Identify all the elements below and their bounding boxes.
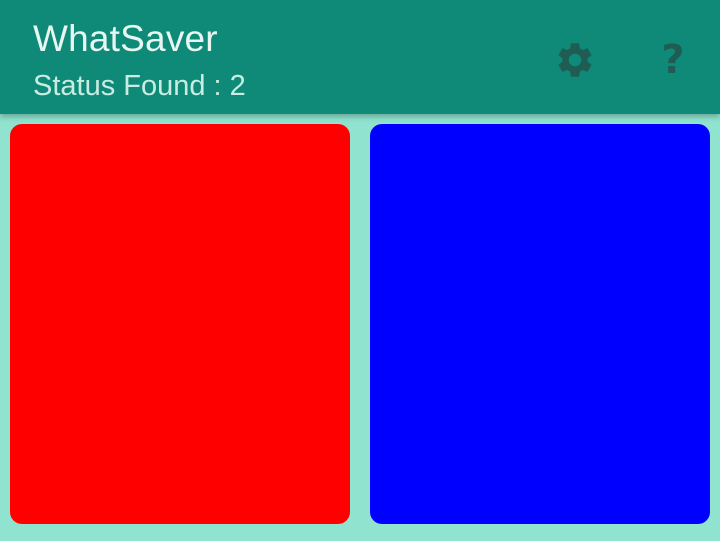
status-thumbnail[interactable] [370, 124, 710, 524]
help-button[interactable]: ? [647, 34, 699, 86]
app-title: WhatSaver [33, 18, 218, 59]
settings-button[interactable] [549, 34, 601, 86]
status-grid [10, 124, 710, 524]
help-icon: ? [661, 37, 685, 83]
gear-icon [558, 43, 592, 77]
app-bar: WhatSaver Status Found : 2 ? [0, 0, 720, 114]
status-thumbnail[interactable] [10, 124, 350, 524]
status-count: Status Found : 2 [33, 70, 246, 102]
